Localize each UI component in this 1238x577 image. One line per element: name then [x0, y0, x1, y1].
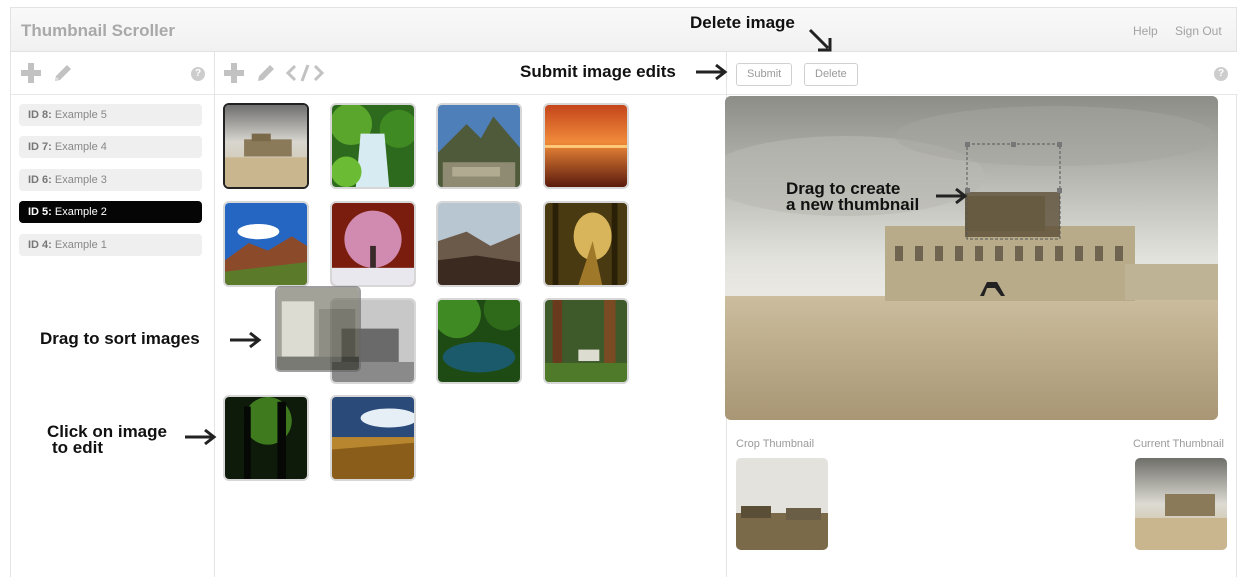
list-item[interactable]: ID 6: Example 3: [19, 169, 202, 191]
crop-thumbnail-label: Crop Thumbnail: [736, 438, 815, 450]
arrow-right-icon: [230, 331, 262, 349]
annotation-click-edit: Click on image to edit: [47, 422, 167, 457]
main-image-preview[interactable]: [725, 96, 1218, 420]
gallery-thumbnail[interactable]: [436, 201, 522, 287]
gallery-thumbnail[interactable]: [330, 395, 416, 481]
sign-out-link[interactable]: Sign Out: [1175, 24, 1222, 38]
list-item[interactable]: ID 8: Example 5: [19, 104, 202, 126]
current-thumbnail-label: Current Thumbnail: [1133, 438, 1224, 450]
annotation-drag-sort: Drag to sort images: [40, 329, 200, 348]
delete-button[interactable]: Delete: [804, 63, 858, 86]
gallery-thumbnail[interactable]: [223, 201, 309, 287]
gallery-thumbnail[interactable]: [543, 298, 629, 384]
arrow-right-icon: [936, 187, 968, 205]
list-item-active[interactable]: ID 5: Example 2: [19, 201, 202, 223]
top-bar: Thumbnail Scroller Help Sign Out: [11, 8, 1236, 52]
gallery-thumbnail[interactable]: [223, 103, 309, 189]
column-divider: [214, 52, 215, 577]
gallery-thumbnail[interactable]: [436, 298, 522, 384]
help-icon[interactable]: ?: [1214, 67, 1228, 81]
editor-toolbar: Submit Delete ?: [727, 52, 1238, 95]
arrow-right-icon: [185, 428, 217, 446]
code-icon[interactable]: [285, 62, 325, 88]
arrow-right-icon: [696, 63, 728, 81]
help-link[interactable]: Help: [1133, 24, 1158, 38]
arrow-down-right-icon: [808, 28, 832, 52]
current-thumbnail-preview: [1135, 458, 1227, 550]
gallery-thumbnail[interactable]: [436, 103, 522, 189]
annotation-drag-thumbnail: Drag to create a new thumbnail: [786, 179, 920, 214]
gallery-thumbnail[interactable]: [330, 201, 416, 287]
dragged-thumbnail-ghost[interactable]: [275, 286, 361, 372]
gallery-thumbnail[interactable]: [330, 103, 416, 189]
gallery-thumbnail[interactable]: [543, 201, 629, 287]
plus-icon[interactable]: [223, 62, 245, 88]
gallery-thumbnail[interactable]: [543, 103, 629, 189]
submit-button[interactable]: Submit: [736, 63, 793, 86]
app-title: Thumbnail Scroller: [21, 21, 175, 40]
list-item[interactable]: ID 4: Example 1: [19, 234, 202, 256]
plus-icon[interactable]: [20, 62, 42, 88]
list-toolbar: ?: [11, 52, 214, 95]
help-icon[interactable]: ?: [191, 67, 205, 81]
annotation-submit-edits: Submit image edits: [520, 62, 676, 81]
annotation-delete-image: Delete image: [690, 13, 795, 32]
crop-thumbnail-preview: [736, 458, 828, 550]
pencil-icon[interactable]: [255, 62, 277, 88]
list-item[interactable]: ID 7: Example 4: [19, 136, 202, 158]
gallery-thumbnail[interactable]: [223, 395, 309, 481]
pencil-icon[interactable]: [52, 62, 74, 88]
